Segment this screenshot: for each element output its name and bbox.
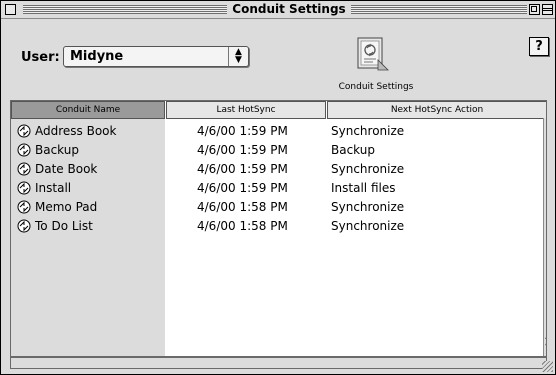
zoom-box[interactable]	[529, 4, 540, 15]
conduit-settings-window: Conduit Settings User: Midyne ▲ ▼ Conduit…	[0, 0, 556, 375]
user-select[interactable]: Midyne ▲ ▼	[63, 46, 249, 67]
last-hotsync: 4/6/00 1:59 PM	[197, 162, 288, 176]
next-action: Synchronize	[331, 200, 405, 214]
conduit-name: Install	[35, 181, 72, 195]
user-label: User:	[21, 50, 60, 65]
last-hotsync: 4/6/00 1:59 PM	[197, 124, 288, 138]
conduit-name: Address Book	[35, 124, 117, 138]
scroll-up-icon[interactable]: ▲	[545, 331, 546, 340]
conduit-row[interactable]: Install 4/6/00 1:59 PM Install files	[11, 179, 546, 198]
conduit-row[interactable]: Address Book 4/6/00 1:59 PM Synchronize	[11, 122, 546, 141]
hotsync-icon	[16, 218, 32, 234]
column-headers: Conduit Name Last HotSync Next HotSync A…	[11, 101, 546, 119]
conduit-name: Memo Pad	[35, 200, 98, 214]
last-hotsync: 4/6/00 1:59 PM	[197, 143, 288, 157]
hotsync-icon	[16, 161, 32, 177]
conduit-row[interactable]: Backup 4/6/00 1:59 PM Backup	[11, 141, 546, 160]
conduit-rows: Address Book 4/6/00 1:59 PM Synchronize …	[11, 122, 546, 236]
conduit-row[interactable]: Memo Pad 4/6/00 1:58 PM Synchronize	[11, 198, 546, 217]
next-action: Backup	[331, 143, 375, 157]
last-hotsync: 4/6/00 1:59 PM	[197, 181, 288, 195]
header-panel: User: Midyne ▲ ▼ Conduit Settings ?	[1, 19, 555, 98]
user-select-value: Midyne	[70, 49, 124, 64]
conduit-name: Date Book	[35, 162, 98, 176]
column-header-next-action[interactable]: Next HotSync Action	[327, 101, 546, 119]
help-button[interactable]: ?	[529, 37, 549, 56]
title-stripes-left	[23, 5, 227, 14]
hotsync-icon	[16, 142, 32, 158]
column-header-conduit-name[interactable]: Conduit Name	[11, 101, 165, 119]
collapse-box[interactable]	[542, 4, 553, 15]
next-action: Install files	[331, 181, 396, 195]
horizontal-scrollbar[interactable]	[10, 357, 547, 369]
conduit-row[interactable]: To Do List 4/6/00 1:58 PM Synchronize	[11, 217, 546, 236]
hotsync-icon	[16, 199, 32, 215]
next-action: Synchronize	[331, 219, 405, 233]
conduit-row[interactable]: Date Book 4/6/00 1:59 PM Synchronize	[11, 160, 546, 179]
select-arrows-icon: ▲ ▼	[228, 47, 248, 66]
conduit-settings-label: Conduit Settings	[338, 82, 414, 92]
column-header-last-hotsync[interactable]: Last HotSync	[166, 101, 326, 119]
close-box[interactable]	[5, 4, 16, 15]
conduit-name: Backup	[35, 143, 79, 157]
hotsync-icon	[16, 123, 32, 139]
title-bar[interactable]: Conduit Settings	[1, 1, 555, 19]
title-stripes-right	[351, 5, 527, 14]
window-title: Conduit Settings	[227, 2, 351, 16]
last-hotsync: 4/6/00 1:58 PM	[197, 219, 288, 233]
conduit-name: To Do List	[35, 219, 93, 233]
next-action: Synchronize	[331, 124, 405, 138]
conduit-list[interactable]: Conduit Name Last HotSync Next HotSync A…	[10, 100, 547, 357]
vertical-scrollbar[interactable]: ▲ ▼	[543, 118, 546, 356]
last-hotsync: 4/6/00 1:58 PM	[197, 200, 288, 214]
next-action: Synchronize	[331, 162, 405, 176]
resize-grip-icon[interactable]	[542, 361, 553, 372]
hotsync-icon	[16, 180, 32, 196]
scroll-down-icon[interactable]: ▼	[545, 342, 546, 351]
conduit-settings-icon[interactable]	[354, 36, 392, 74]
